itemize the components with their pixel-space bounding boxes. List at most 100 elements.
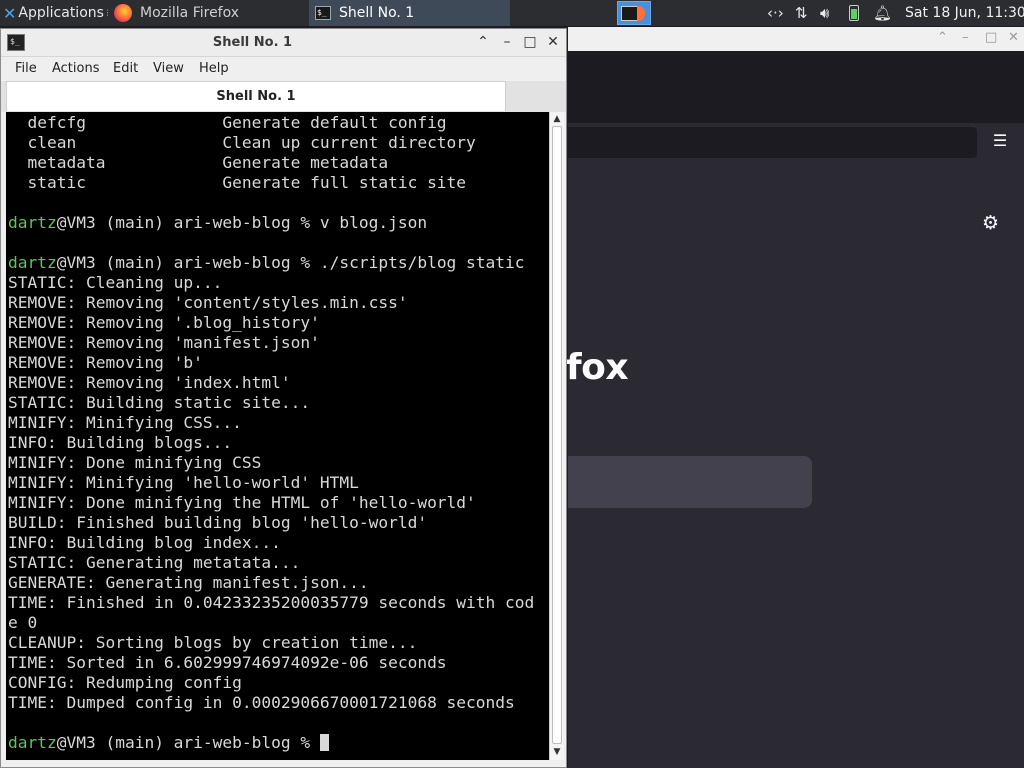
workspace-switcher[interactable] <box>617 1 651 25</box>
firefox-brand-text: fox <box>566 347 629 388</box>
line-text: INFO: Building blogs... <box>8 433 233 452</box>
line-text: TIME: Sorted in 6.602999746974092e-06 se… <box>8 653 447 672</box>
terminal-line: clean Clean up current directory <box>8 133 549 153</box>
workspace-terminal-thumbnail <box>621 6 638 21</box>
workspace-firefox-thumbnail <box>637 6 645 21</box>
scrollbar-thumb[interactable] <box>552 126 562 744</box>
line-text: BUILD: Finished building blog 'hello-wor… <box>8 513 428 532</box>
prompt-user: dartz <box>8 253 57 272</box>
terminal-line: REMOVE: Removing 'index.html' <box>8 373 549 393</box>
xfce-logo-icon: ✕ <box>3 3 17 23</box>
prompt-user: dartz <box>8 213 57 232</box>
maximize-icon[interactable]: □ <box>522 33 538 51</box>
line-text: @VM3 (main) ari-web-blog % v blog.json <box>56 213 428 232</box>
terminal-line: STATIC: Cleaning up... <box>8 273 549 293</box>
terminal-line: defcfg Generate default config <box>8 113 549 133</box>
line-text: MINIFY: Minifying CSS... <box>8 413 242 432</box>
clock[interactable]: Sat 18 Jun, 11:30 <box>905 0 1024 26</box>
terminal-line: MINIFY: Minifying CSS... <box>8 413 549 433</box>
firefox-urlbar[interactable] <box>568 127 977 158</box>
terminal-line: INFO: Building blogs... <box>8 433 549 453</box>
network-icon[interactable]: ‹·› <box>767 0 784 26</box>
line-text: static Generate full static site <box>8 173 467 192</box>
minimize-icon[interactable]: – <box>962 30 969 45</box>
firefox-tabbar <box>568 51 1024 123</box>
battery-icon[interactable] <box>849 0 859 26</box>
terminal-line: INFO: Building blog index... <box>8 533 549 553</box>
line-text: CONFIG: Redumping config <box>8 673 242 692</box>
terminal-text: defcfg Generate default config clean Cle… <box>8 113 549 753</box>
line-text: CLEANUP: Sorting blogs by creation time.… <box>8 633 418 652</box>
terminal-line: STATIC: Building static site... <box>8 393 549 413</box>
line-text: e 0 <box>8 613 38 632</box>
terminal-line: REMOVE: Removing '.blog_history' <box>8 313 549 333</box>
scroll-down-icon[interactable]: ▼ <box>550 745 564 759</box>
menu-view[interactable]: View <box>153 61 184 76</box>
terminal-titlebar[interactable]: $_ Shell No. 1 ⌃ – □ ✕ <box>1 29 566 57</box>
terminal-line: MINIFY: Minifying 'hello-world' HTML <box>8 473 549 493</box>
firefox-search-box[interactable] <box>568 456 812 508</box>
firefox-titlebar[interactable]: ⌃ – □ ✕ <box>568 27 1024 51</box>
applications-menu[interactable]: ✕ Applications ≡ <box>0 0 108 26</box>
applications-menu-glyph: ≡ <box>106 5 108 21</box>
terminal-line: MINIFY: Done minifying CSS <box>8 453 549 473</box>
close-icon[interactable]: ✕ <box>1008 30 1019 45</box>
line-text: REMOVE: Removing 'b' <box>8 353 203 372</box>
firefox-bookmarks-bar <box>568 161 1024 191</box>
terminal-line: REMOVE: Removing 'b' <box>8 353 549 373</box>
line-text: STATIC: Generating metatata... <box>8 553 301 572</box>
line-text: clean Clean up current directory <box>8 133 476 152</box>
line-text: STATIC: Building static site... <box>8 393 311 412</box>
hamburger-menu-icon[interactable]: ☰ <box>990 131 1010 151</box>
terminal-line: dartz@VM3 (main) ari-web-blog % ./script… <box>8 253 549 273</box>
prompt-user: dartz <box>8 733 57 752</box>
menu-help[interactable]: Help <box>199 61 229 76</box>
terminal-line: TIME: Dumped config in 0.000290667000172… <box>8 693 549 713</box>
terminal-tabbar: Shell No. 1 <box>1 81 566 112</box>
top-panel: ✕ Applications ≡ Mozilla Firefox $_ Shel… <box>0 0 1024 26</box>
firefox-window[interactable]: ⌃ – □ ✕ ☰ ⚙ fox <box>566 27 1024 768</box>
firefox-icon <box>114 4 132 22</box>
line-text: TIME: Finished in 0.04233235200035779 se… <box>8 593 535 612</box>
terminal-line: BUILD: Finished building blog 'hello-wor… <box>8 513 549 533</box>
minimize-icon[interactable]: – <box>499 33 515 51</box>
taskbar-item-label: Shell No. 1 <box>339 5 415 21</box>
terminal-line: TIME: Sorted in 6.602999746974092e-06 se… <box>8 653 549 673</box>
line-text: GENERATE: Generating manifest.json... <box>8 573 369 592</box>
maximize-icon[interactable]: □ <box>985 30 997 45</box>
bell-icon[interactable]: 🔔︎ <box>873 0 892 26</box>
close-icon[interactable]: ✕ <box>545 33 561 51</box>
chevron-up-icon[interactable]: ⌃ <box>937 30 948 45</box>
menu-edit[interactable]: Edit <box>113 61 138 76</box>
tab-shell-1[interactable]: Shell No. 1 <box>6 81 506 111</box>
terminal-line: STATIC: Generating metatata... <box>8 553 549 573</box>
line-text: INFO: Building blog index... <box>8 533 281 552</box>
chevron-up-icon[interactable]: ⌃ <box>475 33 491 51</box>
gear-icon[interactable]: ⚙ <box>982 212 999 234</box>
terminal-scrollbar[interactable]: ▲ ▼ <box>549 112 564 760</box>
taskbar-item-label: Mozilla Firefox <box>140 5 240 21</box>
menu-actions[interactable]: Actions <box>52 61 100 76</box>
terminal-line: GENERATE: Generating manifest.json... <box>8 573 549 593</box>
terminal-line: REMOVE: Removing 'content/styles.min.css… <box>8 293 549 313</box>
terminal-line: dartz@VM3 (main) ari-web-blog % <box>8 733 549 753</box>
menu-file[interactable]: File <box>15 61 37 76</box>
line-text: REMOVE: Removing 'index.html' <box>8 373 291 392</box>
terminal-line: MINIFY: Done minifying the HTML of 'hell… <box>8 493 549 513</box>
terminal-output[interactable]: defcfg Generate default config clean Cle… <box>6 112 549 760</box>
terminal-line: CONFIG: Redumping config <box>8 673 549 693</box>
terminal-window[interactable]: $_ Shell No. 1 ⌃ – □ ✕ File Actions Edit… <box>0 28 567 768</box>
taskbar-item-shell[interactable]: $_ Shell No. 1 <box>309 0 510 26</box>
volume-icon[interactable]: 🔊︎ <box>820 0 829 26</box>
terminal-icon: $_ <box>315 6 331 20</box>
terminal-line: e 0 <box>8 613 549 633</box>
terminal-line: metadata Generate metadata <box>8 153 549 173</box>
line-text: MINIFY: Minifying 'hello-world' HTML <box>8 473 359 492</box>
updown-arrows-icon[interactable]: ⇅ <box>795 0 808 26</box>
taskbar-item-firefox[interactable]: Mozilla Firefox <box>110 0 308 26</box>
scroll-up-icon[interactable]: ▲ <box>550 112 564 126</box>
line-text: REMOVE: Removing '.blog_history' <box>8 313 320 332</box>
